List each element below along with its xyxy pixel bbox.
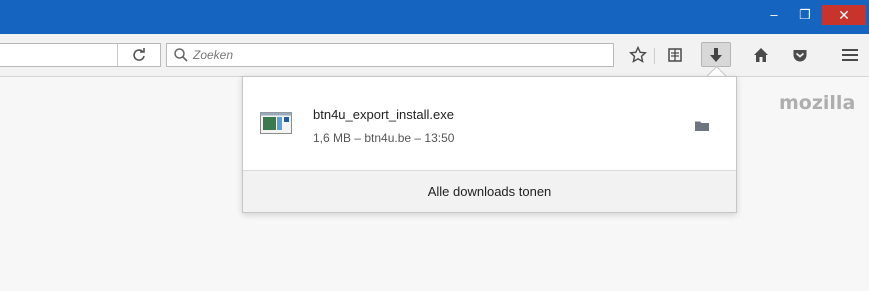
close-button[interactable]: ✕ [822, 5, 866, 25]
reading-list-icon [668, 48, 682, 62]
downloads-button[interactable] [701, 42, 731, 67]
show-all-downloads-button[interactable]: Alle downloads tonen [243, 170, 736, 212]
restore-button[interactable]: ❐ [790, 5, 820, 25]
toolbar-separator [654, 48, 655, 64]
bookmark-star-button[interactable] [625, 43, 651, 67]
download-item[interactable]: btn4u_export_install.exe 1,6 MB – btn4u.… [243, 77, 736, 170]
downloads-panel: btn4u_export_install.exe 1,6 MB – btn4u.… [242, 76, 737, 213]
search-placeholder: Zoeken [193, 48, 234, 62]
menu-button[interactable] [837, 43, 863, 67]
exe-file-icon [260, 112, 292, 134]
search-bar[interactable]: Zoeken [166, 43, 614, 67]
reload-icon [133, 48, 145, 61]
search-icon [174, 48, 188, 62]
home-icon [754, 48, 768, 62]
menu-icon [842, 49, 858, 61]
mozilla-logo: mozilla [779, 92, 856, 114]
pocket-icon [793, 50, 807, 62]
star-icon [629, 46, 647, 63]
download-meta: 1,6 MB – btn4u.be – 13:50 [313, 131, 455, 145]
download-filename: btn4u_export_install.exe [313, 107, 454, 122]
home-button[interactable] [748, 43, 774, 67]
title-bar: – ❐ ✕ [0, 0, 869, 34]
reading-list-button[interactable] [662, 43, 688, 67]
open-folder-icon[interactable] [695, 120, 709, 131]
reload-button[interactable] [117, 44, 160, 66]
url-bar[interactable] [0, 43, 161, 67]
minimize-button[interactable]: – [760, 5, 788, 25]
pocket-button[interactable] [787, 43, 813, 67]
download-icon [710, 47, 722, 62]
nav-toolbar: Zoeken [0, 34, 869, 77]
